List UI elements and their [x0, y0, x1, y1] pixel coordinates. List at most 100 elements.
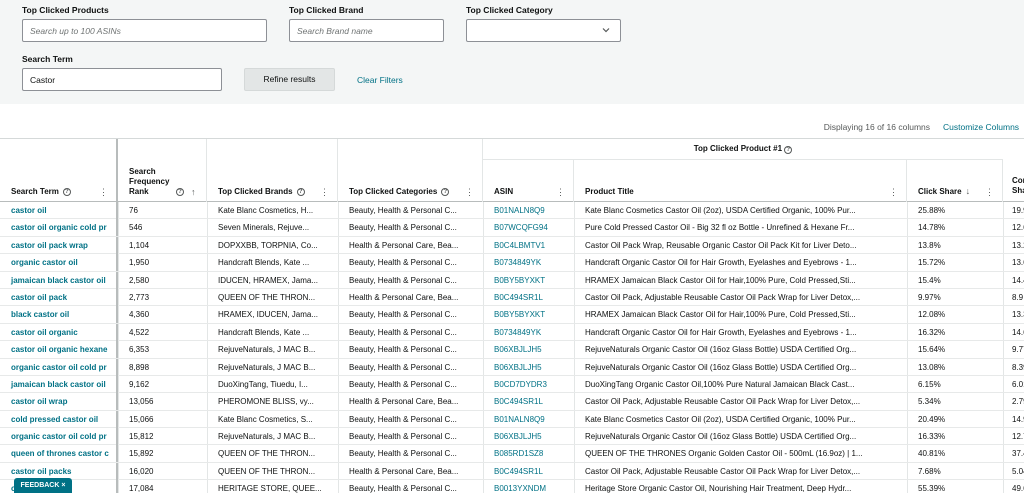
table-row[interactable]: castor oil organic 4,522 Handcraft Blends,…	[0, 323, 1024, 342]
top-clicked-products-input[interactable]	[22, 19, 267, 42]
cell-asin[interactable]: B0013YXNDM	[483, 480, 574, 493]
table-row[interactable]: organic ca17,084HERITAGE STORE, QUEE...B…	[0, 480, 1024, 493]
table-row[interactable]: castor oil organic hexane 6,353 RejuveNatu…	[0, 341, 1024, 359]
table-row[interactable]: castor oil 76 Kate Blanc Cosmetics, H... Be…	[0, 202, 1024, 220]
cell-brands: RejuveNaturals, J MAC B...	[218, 345, 316, 355]
column-menu-icon[interactable]: ⋮	[465, 188, 474, 197]
cell-asin[interactable]: B01NALN8Q9	[483, 202, 574, 219]
cell-asin[interactable]: B06XBJLJH5	[483, 428, 574, 445]
cell-click: 15.72%	[918, 258, 946, 268]
cell-cat: Beauty, Health & Personal C...	[349, 345, 457, 355]
table-row[interactable]: jamaican black castor oil 9,162 DuoXingTan…	[0, 375, 1024, 394]
header-click-share[interactable]: Click Share ↓ ⋮	[907, 160, 1003, 202]
header-label: Search Term	[11, 187, 59, 196]
clear-filters-link[interactable]: Clear Filters	[357, 75, 403, 85]
cell-term[interactable]: organic castor oil cold pr	[0, 358, 118, 376]
header-top-clicked-brands[interactable]: Top Clicked Brands? ⋮	[207, 139, 338, 202]
cell-term[interactable]: castor oil organic	[0, 323, 118, 341]
cell-term[interactable]: black castor oil	[0, 306, 118, 324]
cell-asin[interactable]: B0C494SR1L	[483, 463, 574, 480]
column-divider	[207, 219, 208, 236]
cell-conv: 2.79	[1012, 397, 1024, 407]
cell-term[interactable]: castor oil organic cold pr	[0, 219, 118, 237]
table-row[interactable]: castor oil wrap 13,056 PHEROMONE BLISS, vy…	[0, 393, 1024, 411]
cell-asin[interactable]: B06XBJLJH5	[483, 359, 574, 376]
cell-term[interactable]: castor oil pack	[0, 288, 118, 306]
cell-asin[interactable]: B01NALN8Q9	[483, 411, 574, 428]
table-row[interactable]: castor oil pack 2,773 QUEEN OF THE THRON..…	[0, 288, 1024, 307]
cell-asin[interactable]: B0C494SR1L	[483, 289, 574, 306]
refine-results-button[interactable]: Refine results	[244, 68, 335, 91]
table-row[interactable]: castor oil pack wrap 1,104 DOPXXBB, TORPNI…	[0, 236, 1024, 255]
column-divider	[338, 202, 339, 219]
cell-term[interactable]: castor oil organic hexane	[0, 341, 118, 359]
cell-asin[interactable]: B06XBJLJH5	[483, 341, 574, 358]
search-term-input[interactable]	[22, 68, 222, 91]
top-clicked-brand-input[interactable]	[289, 19, 444, 42]
cell-asin[interactable]: B0BY5BYXKT	[483, 306, 574, 323]
table-row[interactable]: organic castor oil cold pr 8,898 RejuveNat…	[0, 358, 1024, 376]
column-divider	[338, 219, 339, 236]
cell-conv: 12.6	[1012, 223, 1024, 233]
column-divider	[338, 445, 339, 462]
info-icon[interactable]: ?	[62, 187, 71, 196]
column-menu-icon[interactable]: ⋮	[889, 188, 898, 197]
cell-asin[interactable]: B085RD1SZ8	[483, 445, 574, 462]
column-menu-icon[interactable]: ⋮	[556, 188, 565, 197]
info-icon[interactable]: ?	[296, 187, 305, 196]
column-menu-icon[interactable]: ⋮	[985, 188, 994, 197]
cell-term[interactable]: jamaican black castor oil	[0, 271, 118, 289]
cell-asin[interactable]: B0CD7DYDR3	[483, 376, 574, 393]
cell-asin[interactable]: B0C4LBMTV1	[483, 237, 574, 254]
table-row[interactable]: queen of thrones castor c 15,892 QUEEN OF …	[0, 445, 1024, 463]
cell-term[interactable]: organic castor oil cold pr	[0, 428, 118, 446]
table-row[interactable]: castor oil organic cold pr 546 Seven Miner…	[0, 219, 1024, 237]
cell-term[interactable]: castor oil	[0, 202, 118, 219]
column-divider	[207, 428, 208, 445]
cell-asin[interactable]: B07WCQFG94	[483, 219, 574, 236]
header-product-title[interactable]: Product Title ⋮	[574, 160, 907, 202]
cell-term[interactable]: jamaican black castor oil	[0, 375, 118, 393]
cell-cat: Beauty, Health & Personal C...	[349, 414, 457, 424]
cell-asin[interactable]: B0734849YK	[483, 324, 574, 341]
sort-ascending-icon[interactable]: ↑	[191, 187, 196, 197]
cell-cat: Beauty, Health & Personal C...	[349, 206, 457, 215]
header-asin[interactable]: ASIN ⋮	[483, 160, 574, 202]
top-clicked-category-select[interactable]	[466, 19, 621, 42]
cell-title: DuoXingTang Organic Castor Oil,100% Pure…	[585, 379, 855, 389]
header-search-term[interactable]: Search Term? ⋮	[0, 139, 118, 202]
cell-asin[interactable]: B0BY5BYXKT	[483, 272, 574, 289]
header-conversion-share[interactable]: Con Sha	[1003, 139, 1024, 202]
header-top-clicked-categories[interactable]: Top Clicked Categories? ⋮	[338, 139, 483, 202]
cell-term[interactable]: castor oil wrap	[0, 393, 118, 411]
table-row[interactable]: organic castor oil cold pr 15,812 RejuveNa…	[0, 428, 1024, 446]
header-search-frequency-rank[interactable]: Search Frequency Rank ? ↑	[118, 139, 207, 202]
table-row[interactable]: castor oil packs 16,020 QUEEN OF THE THRON…	[0, 462, 1024, 481]
cell-conv: 12.7	[1012, 432, 1024, 442]
cell-term[interactable]: queen of thrones castor c	[0, 445, 118, 463]
column-divider	[483, 358, 484, 375]
table-row[interactable]: organic castor oil 1,950 Handcraft Blends,…	[0, 254, 1024, 272]
info-icon[interactable]: ?	[784, 146, 793, 154]
column-divider	[1003, 288, 1004, 306]
cell-conv: 37.4	[1012, 449, 1024, 459]
info-icon[interactable]: ?	[176, 188, 184, 196]
sort-descending-icon[interactable]: ↓	[966, 186, 971, 196]
table-row[interactable]: black castor oil 4,360 HRAMEX, IDUCEN, Jam…	[0, 306, 1024, 324]
cell-term[interactable]: organic castor oil	[0, 254, 118, 272]
table-row[interactable]: jamaican black castor oil 2,580 IDUCEN, HR…	[0, 271, 1024, 289]
column-divider	[483, 236, 484, 254]
column-menu-icon[interactable]: ⋮	[320, 188, 329, 197]
table-row[interactable]: cold pressed castor oil 15,066 Kate Blanc …	[0, 410, 1024, 429]
cell-rank: 8,898	[129, 362, 150, 372]
cell-brands: QUEEN OF THE THRON...	[218, 449, 316, 459]
cell-rank: 9,162	[129, 379, 150, 389]
info-icon[interactable]: ?	[441, 187, 450, 196]
customize-columns-link[interactable]: Customize Columns	[943, 122, 1019, 132]
feedback-button[interactable]: FEEDBACK ×	[14, 478, 72, 493]
cell-term[interactable]: cold pressed castor oil	[0, 410, 118, 428]
cell-asin[interactable]: B0C494SR1L	[483, 393, 574, 410]
cell-term[interactable]: castor oil pack wrap	[0, 236, 118, 254]
column-menu-icon[interactable]: ⋮	[99, 188, 108, 197]
cell-asin[interactable]: B0734849YK	[483, 254, 574, 271]
